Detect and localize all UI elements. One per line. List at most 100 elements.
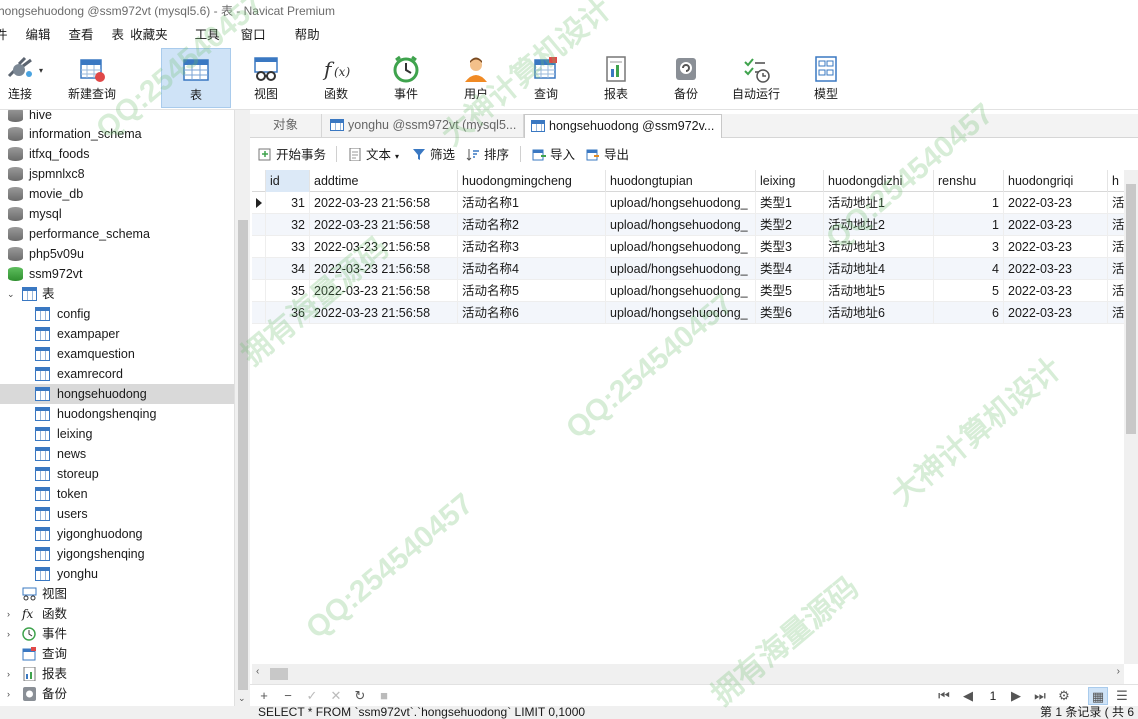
grid-cell[interactable]: 活动地址1 <box>824 192 934 214</box>
grid-cell[interactable]: 活动地址4 <box>824 258 934 280</box>
grid-cell[interactable]: upload/hongsehuodong_ <box>606 236 756 258</box>
grid-cell[interactable]: 2022-03-23 <box>1004 258 1108 280</box>
grid-cell[interactable]: 2022-03-23 <box>1004 192 1108 214</box>
grid-cell[interactable]: upload/hongsehuodong_ <box>606 192 756 214</box>
grid-cell[interactable]: 类型3 <box>756 236 824 258</box>
tree-table-yigonghuodong[interactable]: yigonghuodong <box>0 524 234 544</box>
next-page-icon[interactable]: ▶ <box>1008 687 1024 705</box>
row-marker[interactable] <box>252 236 266 258</box>
grid-cell[interactable]: 2022-03-23 21:56:58 <box>310 192 458 214</box>
column-header[interactable]: huodongtupian <box>606 170 756 192</box>
begin-transaction-button[interactable]: 开始事务 <box>258 146 326 164</box>
grid-cell[interactable]: 2022-03-23 21:56:58 <box>310 236 458 258</box>
grid-cell[interactable]: 5 <box>934 280 1004 302</box>
row-marker[interactable] <box>252 302 266 324</box>
chevron-left-icon[interactable]: ‹ <box>256 666 259 677</box>
grid-cell[interactable]: 活 <box>1108 192 1124 214</box>
page-number-input[interactable]: 1 <box>982 687 1004 705</box>
grid-cell[interactable]: 6 <box>934 302 1004 324</box>
grid-cell[interactable]: 活动名称1 <box>458 192 606 214</box>
import-button[interactable]: 导入 <box>532 146 575 164</box>
first-page-icon[interactable]: ⏮ <box>936 687 952 705</box>
tree-db-jspmnlxc8[interactable]: jspmnlxc8 <box>0 164 234 184</box>
grid-cell[interactable]: 活动地址3 <box>824 236 934 258</box>
grid-cell[interactable]: 活动地址6 <box>824 302 934 324</box>
chevron-down-icon[interactable]: ▾ <box>39 66 43 75</box>
export-button[interactable]: 导出 <box>586 146 629 164</box>
chevron-right-icon[interactable]: › <box>7 664 17 684</box>
grid-cell[interactable]: upload/hongsehuodong_ <box>606 258 756 280</box>
view-button[interactable]: 视图 <box>245 48 287 108</box>
grid-cell[interactable]: 活动地址2 <box>824 214 934 236</box>
grid-cell[interactable]: 31 <box>266 192 310 214</box>
grid-cell[interactable]: 33 <box>266 236 310 258</box>
table-row[interactable]: 36 2022-03-23 21:56:58 活动名称6 upload/hongseh… <box>252 302 1124 324</box>
grid-cell[interactable]: 活动名称3 <box>458 236 606 258</box>
filter-button[interactable]: 筛选 <box>412 146 455 164</box>
grid-cell[interactable]: 活动名称2 <box>458 214 606 236</box>
tree-table-token[interactable]: token <box>0 484 234 504</box>
current-row-marker-icon[interactable] <box>252 192 266 214</box>
chevron-down-icon[interactable]: ▾ <box>395 152 399 161</box>
tree-table-leixing[interactable]: leixing <box>0 424 234 444</box>
chevron-down-icon[interactable]: ⌄ <box>7 284 17 304</box>
tree-db-ssm972vt[interactable]: ssm972vt <box>0 264 234 284</box>
menu-table[interactable]: 表 <box>103 24 128 46</box>
tree-table-examquestion[interactable]: examquestion <box>0 344 234 364</box>
grid-cell[interactable]: 活动名称4 <box>458 258 606 280</box>
event-button[interactable]: 事件 <box>386 48 426 108</box>
add-record-icon[interactable]: + <box>256 687 272 705</box>
row-marker[interactable] <box>252 258 266 280</box>
tree-group-functions[interactable]: › fx 函数 <box>0 604 234 624</box>
grid-cell[interactable]: 活 <box>1108 302 1124 324</box>
tree-db-movie-db[interactable]: movie_db <box>0 184 234 204</box>
grid-cell[interactable]: 类型1 <box>756 192 824 214</box>
tree-table-examrecord[interactable]: examrecord <box>0 364 234 384</box>
form-view-icon[interactable]: ☰ <box>1112 687 1132 705</box>
query-button[interactable]: 查询 <box>526 48 566 108</box>
table-row[interactable]: 31 2022-03-23 21:56:58 活动名称1 upload/hongseh… <box>252 192 1124 214</box>
connect-button[interactable]: ▾ 连接 <box>0 48 43 108</box>
gear-icon[interactable]: ⚙ <box>1056 687 1072 705</box>
grid-cell[interactable]: upload/hongsehuodong_ <box>606 280 756 302</box>
last-page-icon[interactable]: ⏭ <box>1032 687 1048 705</box>
grid-cell[interactable]: 32 <box>266 214 310 236</box>
grid-cell[interactable]: 1 <box>934 214 1004 236</box>
row-marker[interactable] <box>252 280 266 302</box>
text-button[interactable]: 文本 ▾ <box>348 146 399 164</box>
row-marker[interactable] <box>252 214 266 236</box>
grid-cell[interactable]: 2022-03-23 21:56:58 <box>310 214 458 236</box>
sort-button[interactable]: 排序 <box>466 146 509 164</box>
menu-file[interactable]: 件 <box>0 24 17 46</box>
table-row[interactable]: 35 2022-03-23 21:56:58 活动名称5 upload/hongseh… <box>252 280 1124 302</box>
tree-db-mysql[interactable]: mysql <box>0 204 234 224</box>
tree-table-hongsehuodong[interactable]: hongsehuodong <box>0 384 234 404</box>
chevron-right-icon[interactable]: › <box>1117 666 1120 677</box>
menu-tools[interactable]: 工具 <box>177 24 229 46</box>
grid-cell[interactable]: 4 <box>934 258 1004 280</box>
tree-table-config[interactable]: config <box>0 304 234 324</box>
menu-view[interactable]: 查看 <box>60 24 103 46</box>
grid-cell[interactable]: 类型4 <box>756 258 824 280</box>
chevron-right-icon[interactable]: › <box>7 604 17 624</box>
tree-scroll-thumb[interactable] <box>238 220 248 690</box>
discard-changes-icon[interactable]: ✕ <box>328 687 344 705</box>
model-button[interactable]: 模型 <box>806 48 846 108</box>
grid-cell[interactable]: 活动名称5 <box>458 280 606 302</box>
grid-cell[interactable]: 类型2 <box>756 214 824 236</box>
grid-cell[interactable]: 类型5 <box>756 280 824 302</box>
grid-vscroll-thumb[interactable] <box>1126 184 1136 434</box>
column-header[interactable]: huodongdizhi <box>824 170 934 192</box>
table-row[interactable]: 32 2022-03-23 21:56:58 活动名称2 upload/hongseh… <box>252 214 1124 236</box>
backup-button[interactable]: 备份 <box>666 48 706 108</box>
column-header[interactable]: huodongriqi <box>1004 170 1108 192</box>
grid-cell[interactable]: 3 <box>934 236 1004 258</box>
column-header[interactable]: id <box>266 170 310 192</box>
grid-view-icon[interactable]: ▦ <box>1088 687 1108 705</box>
tree-group-reports[interactable]: › 报表 <box>0 664 234 684</box>
grid-cell[interactable]: 活 <box>1108 214 1124 236</box>
tree-group-backups[interactable]: › 备份 <box>0 684 234 704</box>
chevron-right-icon[interactable]: › <box>7 684 17 704</box>
new-query-button[interactable]: 新建查询 <box>62 48 122 108</box>
grid-cell[interactable]: 34 <box>266 258 310 280</box>
